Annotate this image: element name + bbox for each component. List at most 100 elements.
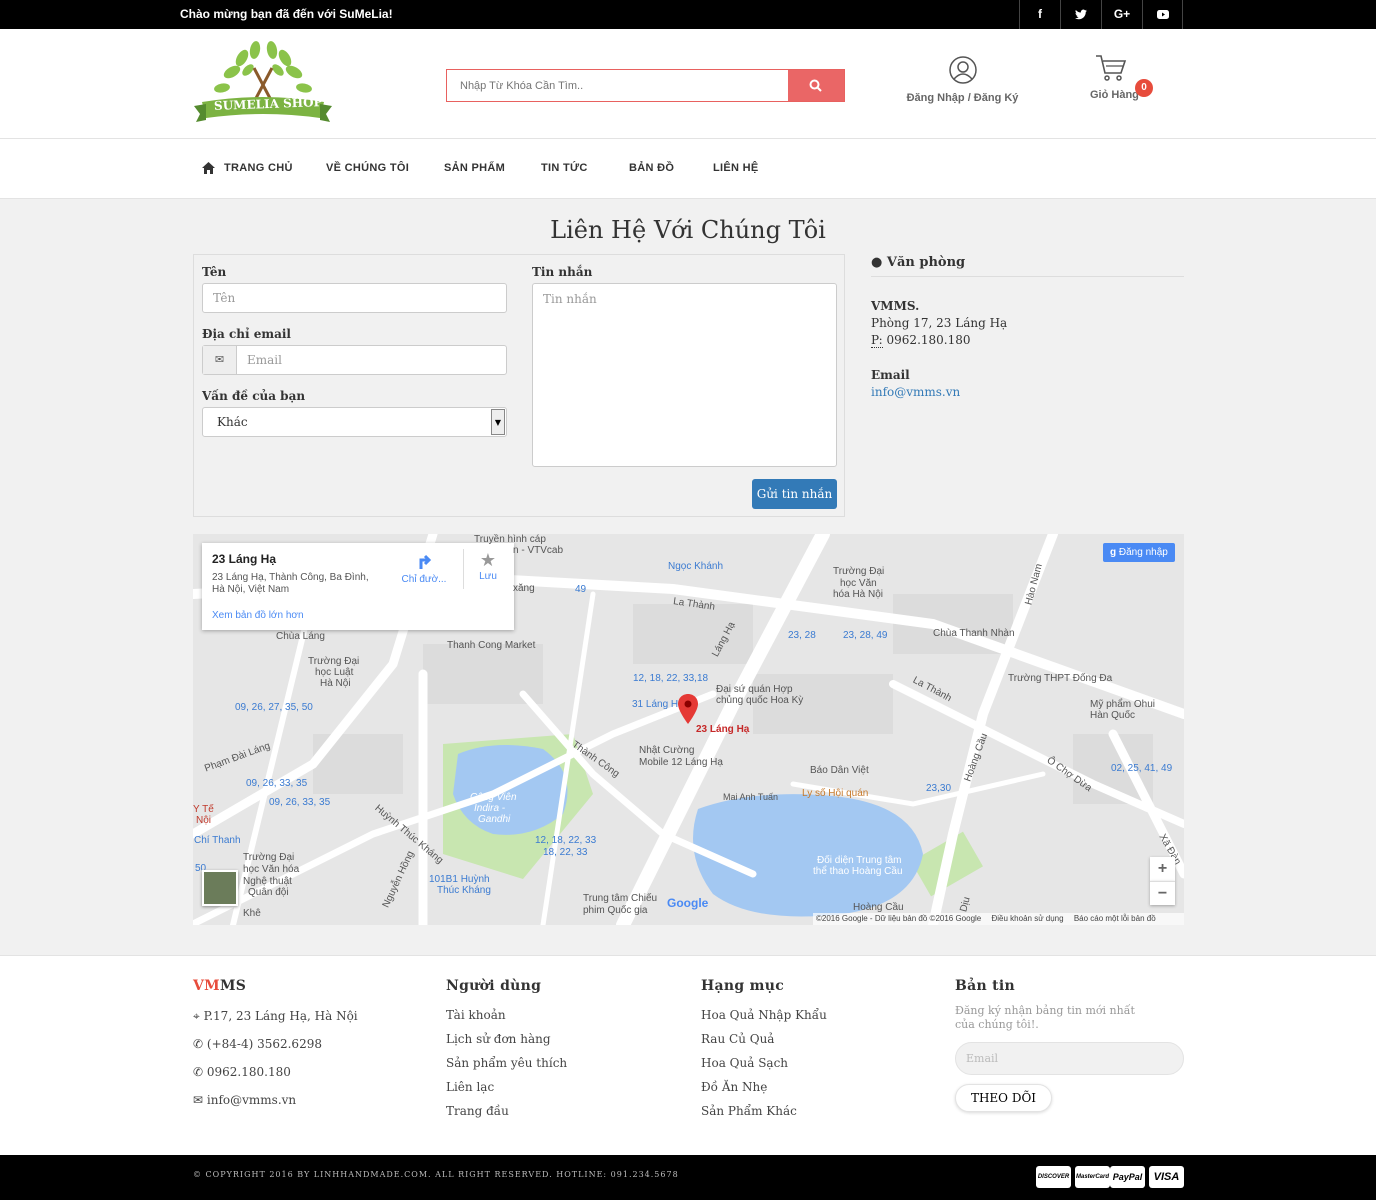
zoom-out-button[interactable]: − [1150, 881, 1175, 905]
email-field[interactable]: Email [247, 353, 282, 367]
footer-category-link[interactable]: Sản Phẩm Khác [701, 1104, 827, 1118]
submit-button[interactable]: Gửi tin nhắn [752, 479, 837, 509]
map-label: Đại sứ quán Hợp [716, 684, 793, 695]
map-marker-icon: ⌖ [193, 1009, 200, 1023]
star-icon: ★ [479, 550, 497, 571]
account-link[interactable]: Đăng Nhập / Đăng Ký [905, 56, 1020, 104]
nav-home[interactable]: TRANG CHỦ [224, 162, 293, 174]
footer-newsletter-column: Bản tin Đăng ký nhận bảng tin mới nhất c… [955, 978, 1184, 1112]
map-label: Công Viên [470, 792, 517, 803]
office-email-link[interactable]: info@vmms.vn [871, 384, 1184, 401]
bus-stop: Thúc Kháng [437, 885, 491, 896]
map-signin-button[interactable]: g Đăng nhập [1103, 543, 1175, 562]
map-label: Nhật Cường [639, 745, 695, 756]
save-button[interactable]: ★ Lưu [470, 550, 506, 583]
nav-products[interactable]: SẢN PHẨM [444, 162, 505, 174]
map-label: học Văn hóa [243, 864, 300, 875]
map-label: chủng quốc Hoa Kỳ [716, 695, 804, 706]
bus-stop: 23, 28 [788, 630, 816, 641]
newsletter-subscribe-button[interactable]: THEO DÕI [955, 1084, 1052, 1112]
map-label: Ngọc Khánh [668, 561, 724, 572]
footer-phone-2: ✆ 0962.180.180 [193, 1065, 291, 1079]
save-label: Lưu [479, 571, 497, 582]
footer-newsletter-title: Bản tin [955, 978, 1016, 994]
search-box [446, 69, 845, 102]
office-heading: Văn phòng [886, 255, 966, 270]
copyright-text: © COPYRIGHT 2016 BY LINHHANDMADE.COM. AL… [193, 1170, 679, 1179]
map-label: hóa Hà Nội [833, 589, 884, 600]
newsletter-text: Đăng ký nhận bảng tin mới nhất của chúng… [955, 1004, 1135, 1031]
map-label: Nghệ thuật [243, 876, 292, 887]
map-label: Báo Dân Việt [810, 765, 869, 776]
footer-users-column: Người dùng Tài khoản Lịch sử đơn hàng Sả… [446, 978, 567, 1118]
message-textarea[interactable]: Tin nhắn [532, 283, 837, 467]
email-label: Địa chỉ email [202, 327, 291, 341]
map-info-window: 23 Láng Hạ 23 Láng Hạ, Thành Công, Ba Đì… [202, 543, 514, 630]
issue-select[interactable]: Khác ▼ [202, 407, 507, 437]
map-label: phim Quốc gia [583, 905, 648, 916]
newsletter-email-input[interactable]: Email [955, 1042, 1184, 1075]
info-window-address-2: Hà Nội, Việt Nam [212, 584, 290, 595]
footer-email[interactable]: ✉ info@vmms.vn [193, 1093, 358, 1107]
footer-category-link[interactable]: Hoa Quả Nhập Khẩu [701, 1008, 827, 1022]
search-button[interactable] [788, 70, 844, 101]
nav-news[interactable]: TIN TỨC [541, 162, 588, 174]
bus-stop: 09, 26, 27, 35, 50 [235, 702, 313, 713]
google-map[interactable]: 23 Láng Hạ 23 Láng Hạ, Thành Công, Ba Đì… [193, 534, 1184, 925]
office-email-label: Email [871, 368, 910, 382]
directions-label: Chỉ đườ... [401, 574, 447, 585]
name-label: Tên [202, 265, 227, 279]
office-phone-prefix: P: [871, 333, 883, 348]
map-signin-label: Đăng nhập [1118, 547, 1168, 558]
footer-link-favorites[interactable]: Sản phẩm yêu thích [446, 1056, 567, 1070]
map-label: Indira - [474, 803, 506, 814]
nav-about[interactable]: VỀ CHÚNG TÔI [326, 162, 409, 174]
map-label: n - VTVcab [513, 545, 564, 556]
twitter-icon[interactable] [1060, 0, 1101, 29]
name-field[interactable]: Tên [202, 283, 507, 313]
contact-form: Tên Tên Địa chỉ email ✉ Email Vấn đề của… [193, 254, 845, 517]
map-label: Trường THPT Đống Đa [1008, 673, 1113, 684]
map-label: Trung tâm Chiếu [583, 893, 658, 904]
facebook-icon[interactable]: f [1019, 0, 1060, 29]
globe-icon: ● [871, 255, 883, 270]
bus-stop: 18, 22, 33 [543, 847, 588, 858]
footer-category-link[interactable]: Rau Củ Quả [701, 1032, 827, 1046]
map-label: Ly số Hội quán [802, 788, 869, 799]
directions-icon [419, 554, 432, 569]
bus-stop: 23, 28, 49 [843, 630, 888, 641]
footer-category-link[interactable]: Đồ Ăn Nhẹ [701, 1080, 827, 1094]
office-info: ● Văn phòng VMMS. Phòng 17, 23 Láng Hạ P… [871, 255, 1184, 401]
map-label: Trường Đại [243, 852, 295, 863]
search-input[interactable] [447, 70, 789, 101]
nav-map[interactable]: BẢN ĐỒ [629, 162, 674, 174]
satellite-toggle[interactable] [202, 870, 238, 906]
nav-contact[interactable]: LIÊN HỆ [713, 162, 759, 174]
discover-icon: DISCOVER [1036, 1166, 1071, 1188]
footer-link-orders[interactable]: Lịch sử đơn hàng [446, 1032, 567, 1046]
footer-categories-title: Hạng mục [701, 978, 785, 994]
map-terms-link[interactable]: Điều khoản sử dụng [992, 914, 1064, 923]
paypal-icon: PayPal [1110, 1166, 1145, 1188]
zoom-in-button[interactable]: + [1150, 857, 1175, 881]
map-label: Trường Đại [833, 566, 885, 577]
footer-link-contact[interactable]: Liên lạc [446, 1080, 567, 1094]
footer-bottom-bar: © COPYRIGHT 2016 BY LINHHANDMADE.COM. AL… [0, 1155, 1376, 1200]
bus-stop: 49 [575, 584, 587, 595]
sumelia-shop-logo[interactable]: SUMELIA SHOP [192, 40, 334, 128]
footer-link-account[interactable]: Tài khoản [446, 1008, 567, 1022]
footer-phone-1: ✆ (+84-4) 3562.6298 [193, 1037, 322, 1051]
location-pin-icon[interactable] [678, 694, 698, 724]
larger-map-link[interactable]: Xem bản đồ lớn hơn [212, 610, 304, 621]
map-label: Hàn Quốc [1090, 710, 1136, 721]
directions-button[interactable]: Chỉ đườ... [398, 552, 450, 585]
youtube-icon[interactable] [1142, 0, 1183, 29]
home-icon [202, 162, 215, 174]
map-label: Trường Đại [308, 656, 360, 667]
map-report-link[interactable]: Báo cáo một lỗi bản đồ [1074, 914, 1156, 923]
mastercard-icon: MasterCard [1075, 1166, 1110, 1188]
footer-link-home[interactable]: Trang đầu [446, 1104, 567, 1118]
footer-category-link[interactable]: Hoa Quả Sạch [701, 1056, 827, 1070]
account-label: Đăng Nhập / Đăng Ký [906, 92, 1019, 104]
google-plus-icon[interactable]: G+ [1101, 0, 1142, 29]
